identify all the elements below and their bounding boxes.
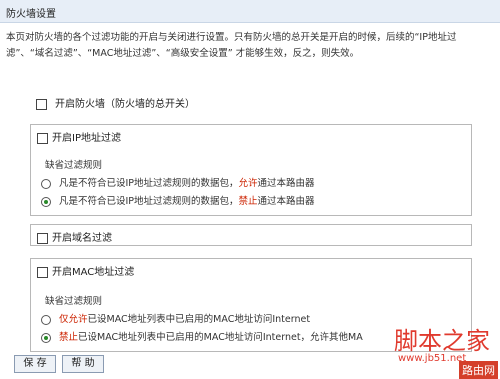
ip-filter-checkbox[interactable] [37,132,48,144]
domain-filter-label: 开启域名过滤 [52,233,112,244]
firewall-settings-page: 防火墙设置 本页对防火墙的各个过滤功能的开启与关闭进行设置。只有防火墙的总开关是… [0,0,500,379]
ip-filter-label: 开启IP地址过滤 [52,133,121,144]
ip-filter-toggle[interactable]: 开启IP地址过滤 [37,129,121,144]
ip-default-rule-label: 缺省过滤规则 [45,160,103,171]
ip-rule-option-allow[interactable]: 凡是不符合已设IP地址过滤规则的数据包，允许通过本路由器 [41,175,315,189]
mac-filter-toggle[interactable]: 开启MAC地址过滤 [37,263,134,278]
watermark-url: www.jb51.net [398,353,467,364]
ip-rule-deny-prefix: 凡是不符合已设IP地址过滤规则的数据包， [59,196,239,207]
master-switch-checkbox[interactable] [36,98,47,110]
master-switch[interactable]: 开启防火墙（防火墙的总开关） [36,95,195,110]
domain-filter-section: 开启域名过滤 [30,224,472,246]
mac-rule-allow-suffix: 已设MAC地址列表中已启用的MAC地址访问Internet [87,314,311,325]
mac-rule-deny-keyword: 禁止 [59,332,79,343]
ip-rule-option-deny[interactable]: 凡是不符合已设IP地址过滤规则的数据包，禁止通过本路由器 [41,193,315,207]
ip-rule-deny-keyword: 禁止 [238,196,258,207]
ip-filter-section: 开启IP地址过滤 缺省过滤规则 凡是不符合已设IP地址过滤规则的数据包，允许通过… [30,124,472,216]
ip-rule-deny-radio[interactable] [41,196,51,207]
watermark-site-name: 路由网 [459,361,498,379]
page-title: 防火墙设置 [6,9,56,20]
ip-rule-allow-suffix: 通过本路由器 [257,178,315,189]
mac-filter-checkbox[interactable] [37,266,48,278]
mac-rule-option-allow[interactable]: 仅允许已设MAC地址列表中已启用的MAC地址访问Internet [41,311,310,325]
ip-rule-allow-prefix: 凡是不符合已设IP地址过滤规则的数据包， [59,178,239,189]
mac-rule-deny-radio[interactable] [41,332,51,343]
help-button[interactable]: 帮 助 [62,355,104,373]
domain-filter-toggle[interactable]: 开启域名过滤 [37,229,112,244]
ip-rule-allow-radio[interactable] [41,178,51,189]
watermark: 脚本之家 www.jb51.net 路由网 [390,321,500,379]
page-description: 本页对防火墙的各个过滤功能的开启与关闭进行设置。只有防火墙的总开关是开启的时候，… [6,32,457,59]
save-button[interactable]: 保 存 [14,355,56,373]
mac-rule-option-deny[interactable]: 禁止已设MAC地址列表中已启用的MAC地址访问Internet，允许其他MA [41,329,363,343]
mac-rule-allow-radio[interactable] [41,314,51,325]
domain-filter-checkbox[interactable] [37,232,48,244]
ip-rule-deny-suffix: 通过本路由器 [257,196,315,207]
title-bar: 防火墙设置 [0,0,500,23]
mac-filter-label: 开启MAC地址过滤 [52,267,135,278]
mac-rule-deny-suffix: 已设MAC地址列表中已启用的MAC地址访问Internet，允许其他MA [78,332,363,343]
mac-rule-allow-keyword: 仅允许 [59,314,88,325]
master-switch-label: 开启防火墙（防火墙的总开关） [55,99,195,110]
mac-default-rule-label: 缺省过滤规则 [45,296,103,307]
ip-rule-allow-keyword: 允许 [238,178,258,189]
watermark-logo-text: 脚本之家 [394,327,490,355]
